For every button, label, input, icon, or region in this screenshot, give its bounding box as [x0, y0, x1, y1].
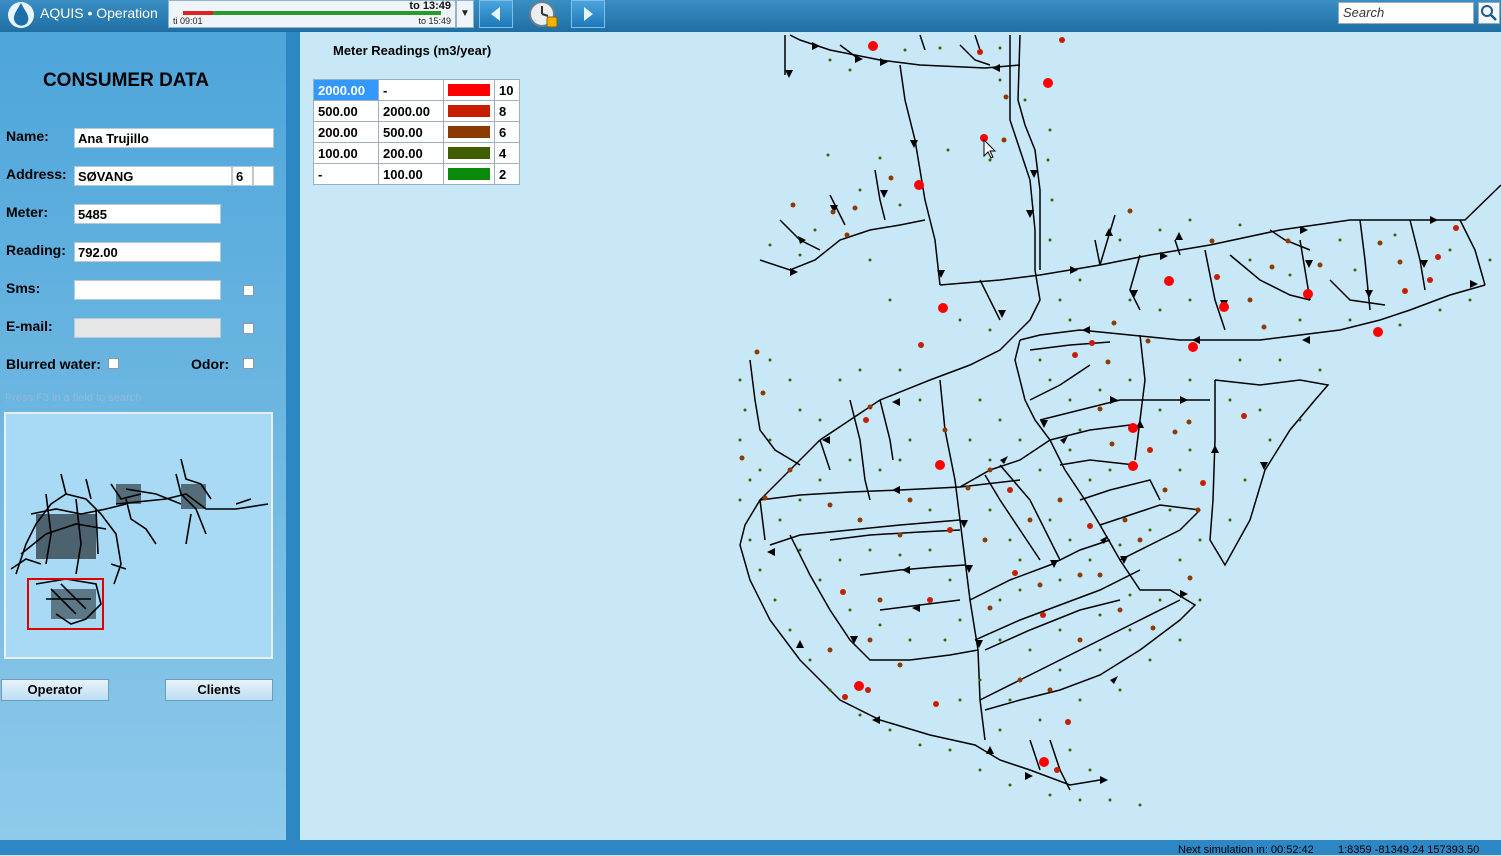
- legend-table: 2000.00 - 10 500.00 2000.00 8 200.00 500…: [313, 79, 520, 185]
- time-from: ti 09:01: [173, 16, 203, 26]
- address-street-field[interactable]: SØVANG: [74, 166, 232, 186]
- top-toolbar: AQUIS • Operation to 13:49 ti 09:01 to 1…: [0, 0, 1501, 32]
- reading-label: Reading:: [6, 242, 66, 258]
- mouse-cursor-icon: [983, 138, 997, 159]
- time-current: to 13:49: [409, 0, 451, 12]
- simulation-clock-icon[interactable]: [526, 0, 560, 30]
- odor-checkbox[interactable]: [243, 358, 254, 369]
- legend-to: 100.00: [378, 163, 444, 185]
- time-alarm-segment: [183, 11, 213, 15]
- odor-label: Odor:: [191, 356, 230, 372]
- aquis-logo-icon: [8, 2, 34, 28]
- time-track: [183, 11, 441, 15]
- blurred-water-checkbox[interactable]: [108, 358, 119, 369]
- search-icon: [1481, 5, 1497, 21]
- legend-to: -: [378, 79, 444, 101]
- legend-swatch-color: [448, 126, 490, 138]
- blurred-water-label: Blurred water:: [6, 356, 101, 372]
- arrow-right-icon: [584, 7, 593, 21]
- legend-swatch-color: [448, 105, 490, 117]
- legend-size: 8: [494, 100, 520, 122]
- legend-to: 200.00: [378, 142, 444, 164]
- name-field[interactable]: Ana Trujillo: [74, 128, 274, 148]
- email-label: E-mail:: [6, 318, 53, 334]
- sms-label: Sms:: [6, 280, 41, 296]
- meter-field[interactable]: 5485: [74, 204, 221, 224]
- address-label: Address:: [6, 166, 67, 182]
- search-input[interactable]: Search: [1338, 2, 1474, 24]
- search-hint: Press F3 in a field to search: [5, 392, 142, 404]
- email-checkbox[interactable]: [243, 323, 254, 334]
- legend-title: Meter Readings (m3/year): [333, 43, 492, 58]
- legend-row[interactable]: 2000.00 - 10: [313, 79, 520, 101]
- search-button[interactable]: [1478, 2, 1500, 24]
- legend-size: 10: [494, 79, 520, 101]
- previous-button[interactable]: [479, 0, 513, 28]
- legend-row[interactable]: 200.00 500.00 6: [313, 121, 520, 143]
- legend-from: 100.00: [313, 142, 379, 164]
- name-label: Name:: [6, 128, 49, 144]
- legend-to: 500.00: [378, 121, 444, 143]
- legend-swatch: [443, 163, 495, 185]
- panel-splitter[interactable]: [286, 32, 300, 840]
- meter-label: Meter:: [6, 204, 49, 220]
- next-simulation-status: Next simulation in: 00:52:42: [1178, 844, 1314, 856]
- legend-size: 6: [494, 121, 520, 143]
- legend-swatch-color: [448, 168, 490, 180]
- time-to: to 15:49: [418, 16, 451, 26]
- legend-swatch-color: [448, 147, 490, 159]
- overview-minimap[interactable]: [4, 412, 273, 659]
- legend-from: 200.00: [313, 121, 379, 143]
- legend-row[interactable]: 500.00 2000.00 8: [313, 100, 520, 122]
- arrow-left-icon: [491, 7, 500, 21]
- reading-field[interactable]: 792.00: [74, 242, 221, 262]
- sms-field[interactable]: [74, 280, 221, 300]
- address-number-field[interactable]: 6: [232, 166, 253, 186]
- legend-from: 500.00: [313, 100, 379, 122]
- time-slider[interactable]: to 13:49 ti 09:01 to 15:49: [168, 0, 456, 28]
- legend-swatch-color: [448, 84, 490, 96]
- panel-title: CONSUMER DATA: [42, 70, 210, 91]
- next-button[interactable]: [571, 0, 605, 28]
- clients-button[interactable]: Clients: [165, 679, 273, 701]
- time-dropdown-chevron-down-icon[interactable]: ▼: [456, 0, 474, 28]
- operator-button[interactable]: Operator: [1, 679, 109, 701]
- overview-network-image: [10, 458, 269, 630]
- app-title: AQUIS • Operation: [40, 5, 158, 21]
- legend-swatch: [443, 121, 495, 143]
- legend-row[interactable]: 100.00 200.00 4: [313, 142, 520, 164]
- legend-size: 4: [494, 142, 520, 164]
- map-coordinates: 1:8359 -81349.24 157393.50: [1338, 844, 1480, 856]
- legend-size: 2: [494, 163, 520, 185]
- address-extra-field[interactable]: [253, 166, 274, 186]
- legend-from: 2000.00: [313, 79, 379, 101]
- email-field[interactable]: [74, 318, 221, 338]
- legend-swatch: [443, 142, 495, 164]
- legend-from: -: [313, 163, 379, 185]
- legend-row[interactable]: - 100.00 2: [313, 163, 520, 185]
- legend-swatch: [443, 79, 495, 101]
- legend-swatch: [443, 100, 495, 122]
- sms-checkbox[interactable]: [243, 285, 254, 296]
- legend-to: 2000.00: [378, 100, 444, 122]
